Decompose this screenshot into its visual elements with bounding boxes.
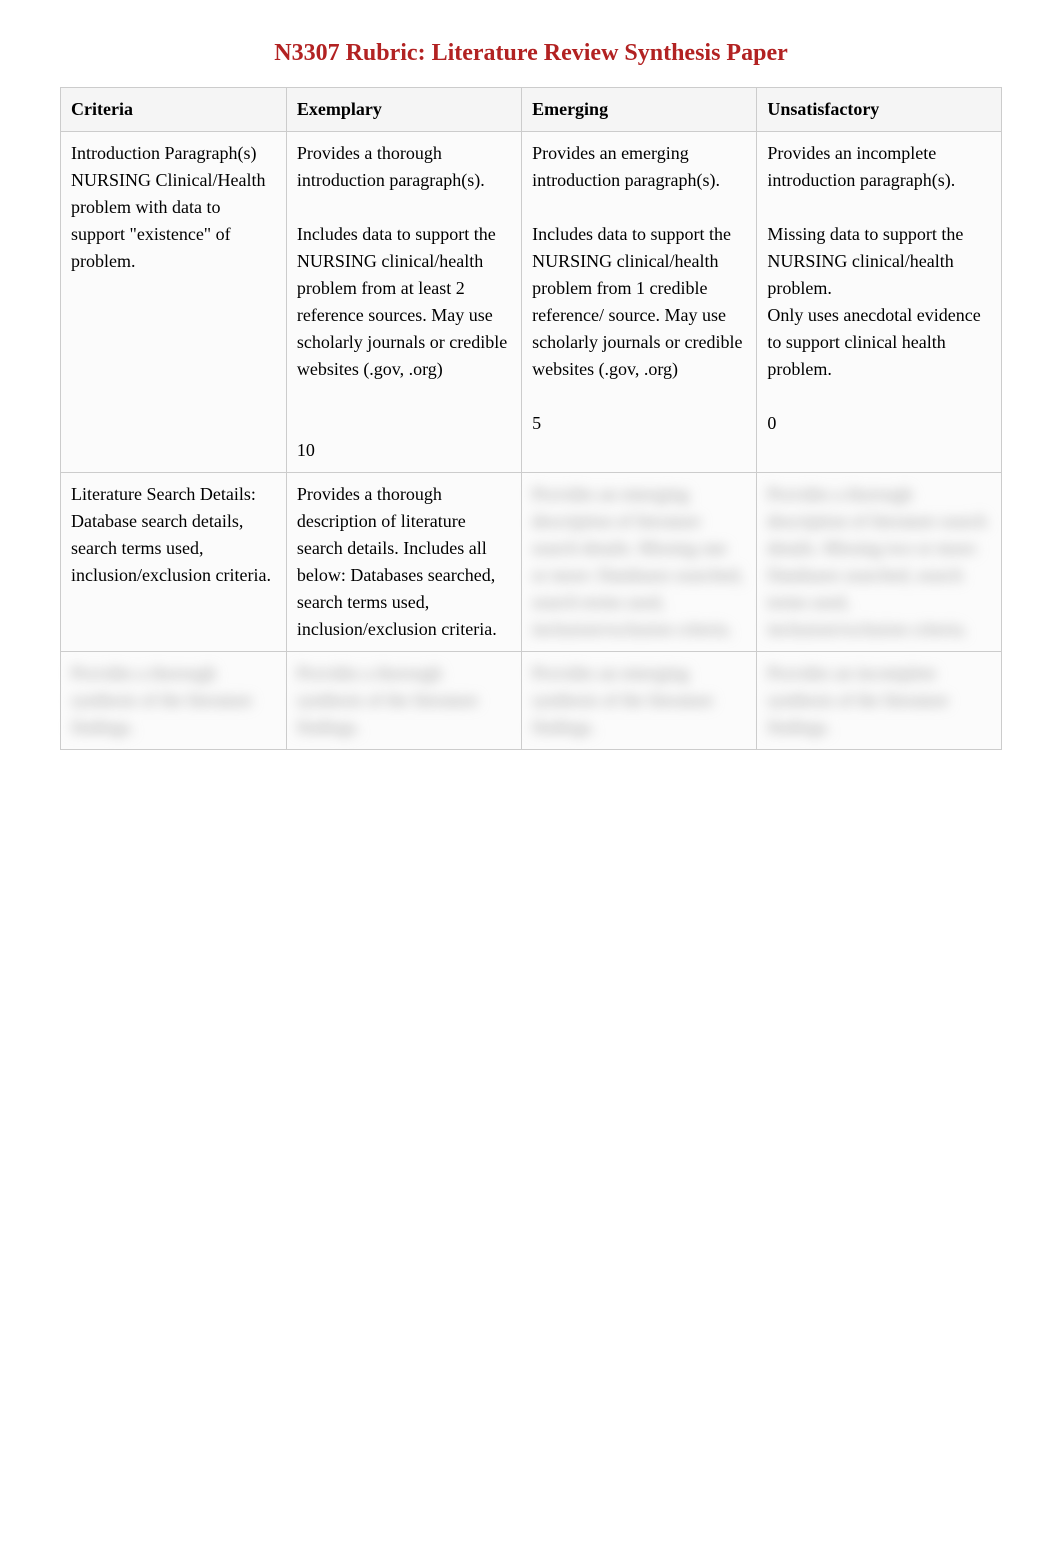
cell-text: Literature Search Details: Database sear… [71, 481, 276, 589]
table-row: Provides a thorough synthesis of the lit… [61, 652, 1002, 750]
cell-text: Provides a thorough description of liter… [297, 481, 511, 643]
table-row: Introduction Paragraph(s) NURSING Clinic… [61, 132, 1002, 473]
cell-unsatisfactory: Provides an incomplete synthesis of the … [757, 652, 1002, 750]
cell-unsatisfactory: Provides an incomplete introduction para… [757, 132, 1002, 473]
header-unsatisfactory: Unsatisfactory [757, 88, 1002, 132]
table-row: Literature Search Details: Database sear… [61, 473, 1002, 652]
cell-text-blurred: Provides a thorough synthesis of the lit… [71, 660, 276, 741]
page-title: N3307 Rubric: Literature Review Synthesi… [60, 40, 1002, 67]
cell-emerging: Provides an emerging synthesis of the li… [522, 652, 757, 750]
cell-unsatisfactory: Provides a thorough description of liter… [757, 473, 1002, 652]
header-exemplary: Exemplary [286, 88, 521, 132]
cell-text-blurred: Provides a thorough synthesis of the lit… [297, 660, 511, 741]
cell-text: Provides a thorough introduction paragra… [297, 140, 511, 464]
cell-text-blurred: Provides an emerging synthesis of the li… [532, 660, 746, 741]
cell-emerging: Provides an emerging description of lite… [522, 473, 757, 652]
cell-text: Provides an emerging introduction paragr… [532, 140, 746, 437]
cell-exemplary: Provides a thorough introduction paragra… [286, 132, 521, 473]
header-row: Criteria Exemplary Emerging Unsatisfacto… [61, 88, 1002, 132]
cell-emerging: Provides an emerging introduction paragr… [522, 132, 757, 473]
cell-exemplary: Provides a thorough synthesis of the lit… [286, 652, 521, 750]
rubric-table: Criteria Exemplary Emerging Unsatisfacto… [60, 87, 1002, 750]
cell-text: Provides an incomplete introduction para… [767, 140, 991, 437]
header-emerging: Emerging [522, 88, 757, 132]
cell-exemplary: Provides a thorough description of liter… [286, 473, 521, 652]
cell-criteria: Literature Search Details: Database sear… [61, 473, 287, 652]
cell-text-blurred: Provides an emerging description of lite… [532, 481, 746, 643]
cell-text-blurred: Provides an incomplete synthesis of the … [767, 660, 991, 741]
header-criteria: Criteria [61, 88, 287, 132]
cell-criteria: Introduction Paragraph(s) NURSING Clinic… [61, 132, 287, 473]
cell-text-blurred: Provides a thorough description of liter… [767, 481, 991, 643]
cell-text: Introduction Paragraph(s) NURSING Clinic… [71, 140, 276, 275]
cell-criteria: Provides a thorough synthesis of the lit… [61, 652, 287, 750]
